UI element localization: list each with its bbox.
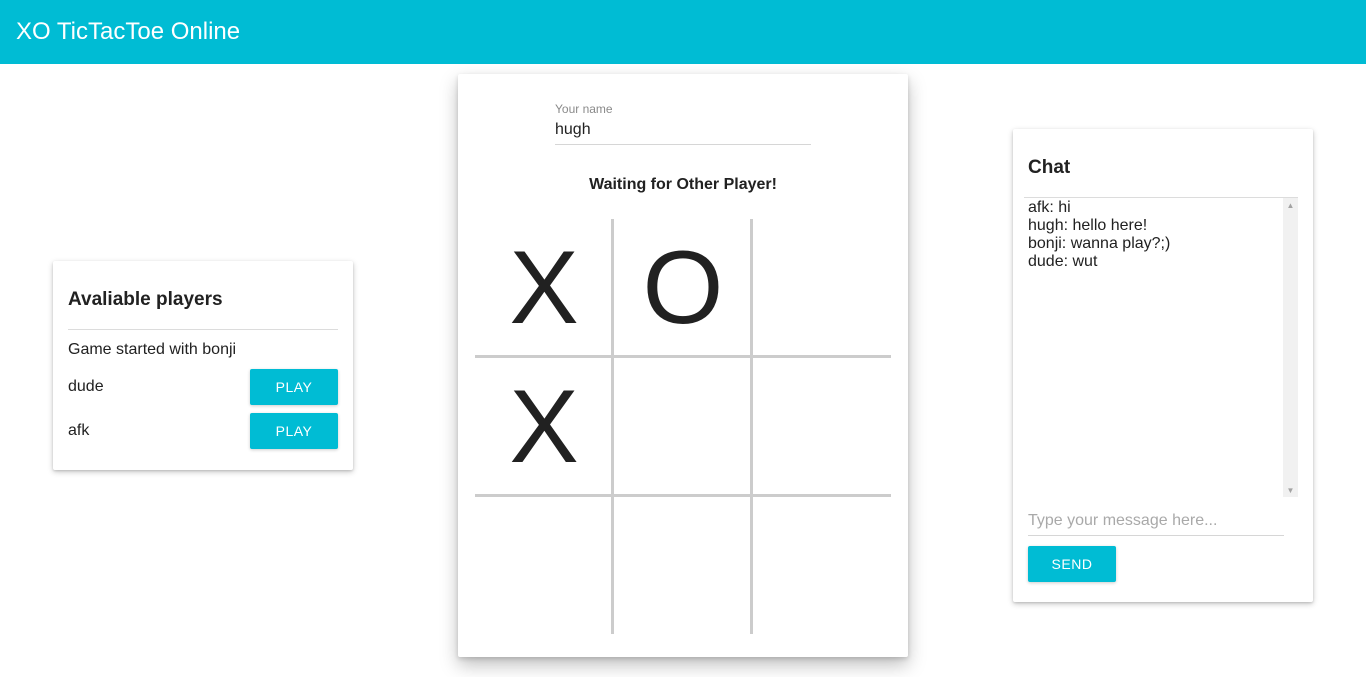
app-bar: XO TicTacToe Online [0, 0, 1366, 64]
chat-message-input[interactable] [1028, 509, 1284, 536]
board-cell-3[interactable]: X [475, 358, 613, 496]
chat-log[interactable]: afk: hi hugh: hello here! bonji: wanna p… [1024, 197, 1298, 497]
name-input[interactable] [555, 118, 811, 145]
player-row: dude PLAY [68, 369, 338, 405]
board-cell-0[interactable]: X [475, 219, 613, 357]
board-cell-7[interactable] [614, 497, 752, 635]
board-grid-line [611, 219, 614, 634]
board-grid-line [750, 219, 753, 634]
board-cell-2[interactable] [753, 219, 891, 357]
board-grid-line [475, 494, 891, 497]
player-row: afk PLAY [68, 413, 338, 449]
name-field-label: Your name [555, 102, 613, 116]
chat-title: Chat [1028, 157, 1071, 178]
chat-message: hugh: hello here! [1028, 217, 1148, 234]
board-grid-line [475, 355, 891, 358]
players-title: Avaliable players [68, 289, 223, 310]
play-button-dude[interactable]: PLAY [250, 369, 338, 405]
player-name: afk [68, 422, 90, 439]
chat-scrollbar[interactable]: ▲ ▼ [1283, 198, 1298, 497]
board-cell-8[interactable] [753, 497, 891, 635]
triangle-down-icon[interactable]: ▼ [1283, 483, 1298, 497]
chat-message: bonji: wanna play?;) [1028, 235, 1171, 252]
chat-message: afk: hi [1028, 199, 1071, 216]
players-divider [68, 329, 338, 330]
name-field: Your name [555, 102, 811, 145]
triangle-up-icon[interactable]: ▲ [1283, 198, 1298, 213]
tictactoe-board: X O X [475, 219, 891, 634]
board-cell-4[interactable] [614, 358, 752, 496]
board-cell-6[interactable] [475, 497, 613, 635]
game-card: Your name Waiting for Other Player! X O … [458, 74, 908, 657]
board-cell-1[interactable]: O [614, 219, 752, 357]
chat-messages: afk: hi hugh: hello here! bonji: wanna p… [1024, 198, 1298, 271]
board-cell-5[interactable] [753, 358, 891, 496]
play-button-afk[interactable]: PLAY [250, 413, 338, 449]
players-card: Avaliable players Game started with bonj… [53, 261, 353, 470]
send-button[interactable]: SEND [1028, 546, 1116, 582]
app-title: XO TicTacToe Online [16, 18, 241, 45]
waiting-status: Waiting for Other Player! [589, 176, 777, 193]
chat-message: dude: wut [1028, 253, 1098, 270]
game-status-text: Game started with bonji [68, 341, 237, 358]
player-name: dude [68, 378, 104, 395]
chat-card: Chat afk: hi hugh: hello here! bonji: wa… [1013, 129, 1313, 602]
